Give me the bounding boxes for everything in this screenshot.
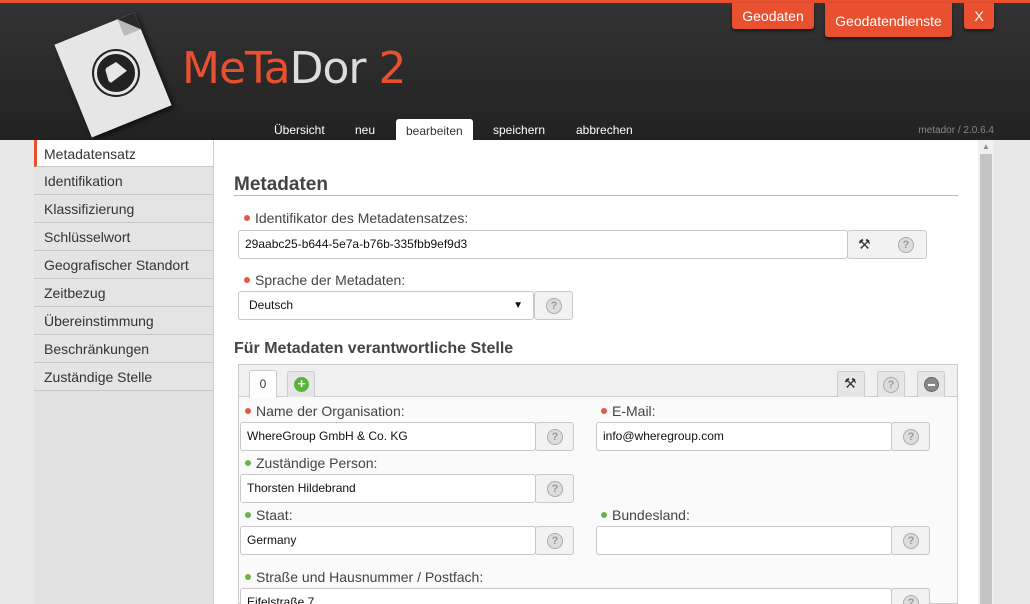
street-label: Straße und Hausnummer / Postfach:	[245, 569, 483, 585]
person-help: ?	[535, 474, 574, 503]
geodaten-button[interactable]: Geodaten	[732, 3, 814, 29]
sidebar-item-identifikation[interactable]: Identifikation	[34, 167, 213, 195]
country-label: Staat:	[245, 507, 293, 523]
sidebar-item-metadatensatz[interactable]: Metadatensatz	[34, 140, 213, 167]
sidebar-item-zustaendige-stelle[interactable]: Zuständige Stelle	[34, 363, 213, 391]
add-tab-button[interactable]: +	[287, 371, 315, 397]
person-label: Zuständige Person:	[245, 455, 377, 471]
identifier-label: Identifikator des Metadatensatzes:	[244, 210, 468, 226]
chevron-down-icon: ▼	[513, 300, 523, 311]
optional-dot-icon	[245, 574, 251, 580]
scrollbar[interactable]: ▲	[978, 140, 994, 604]
required-dot-icon	[244, 277, 250, 283]
email-label: E-Mail:	[601, 403, 656, 419]
help-icon[interactable]: ?	[547, 429, 563, 445]
country-input[interactable]: Germany	[240, 526, 536, 555]
required-dot-icon	[601, 408, 607, 414]
magic-wand-icon: ⚒	[844, 375, 857, 391]
help-icon[interactable]: ?	[546, 298, 562, 314]
street-help: ?	[891, 588, 930, 604]
required-dot-icon	[245, 408, 251, 414]
magic-wand-button[interactable]: ⚒	[837, 371, 865, 397]
org-input[interactable]: WhereGroup GmbH & Co. KG	[240, 422, 536, 451]
magic-wand-icon[interactable]: ⚒	[858, 236, 871, 253]
street-input[interactable]: Eifelstraße 7	[240, 588, 892, 604]
org-help: ?	[535, 422, 574, 451]
state-label: Bundesland:	[601, 507, 690, 523]
help-icon: ?	[883, 377, 899, 393]
state-help: ?	[891, 526, 930, 555]
required-dot-icon	[244, 215, 250, 221]
close-button[interactable]: X	[964, 3, 994, 29]
help-icon[interactable]: ?	[903, 595, 919, 604]
globe-icon	[94, 51, 138, 95]
sidebar-item-uebereinstimmung[interactable]: Übereinstimmung	[34, 307, 213, 335]
optional-dot-icon	[601, 512, 607, 518]
minus-icon	[924, 377, 939, 392]
plus-icon: +	[294, 377, 309, 392]
sidebar-item-geografischer-standort[interactable]: Geografischer Standort	[34, 251, 213, 279]
help-icon[interactable]: ?	[903, 429, 919, 445]
org-label: Name der Organisation:	[245, 403, 405, 419]
scrollbar-thumb[interactable]	[980, 154, 992, 604]
help-icon[interactable]: ?	[898, 237, 914, 253]
sidebar-item-beschraenkungen[interactable]: Beschränkungen	[34, 335, 213, 363]
sidebar-item-klassifizierung[interactable]: Klassifizierung	[34, 195, 213, 223]
language-label: Sprache der Metadaten:	[244, 272, 405, 288]
version-label: metador / 2.0.6.4	[918, 125, 994, 136]
identifier-input[interactable]: 29aabc25-b644-5e7a-b76b-335fbb9ef9d3	[238, 230, 848, 259]
page-title: Metadaten	[234, 174, 328, 195]
identifier-actions: ⚒ ?	[847, 230, 927, 259]
sidebar-item-schluesselwort[interactable]: Schlüsselwort	[34, 223, 213, 251]
remove-tab-button[interactable]	[917, 371, 945, 397]
tab-0[interactable]: 0	[249, 370, 277, 398]
help-icon[interactable]: ?	[903, 533, 919, 549]
tab-strip: 0 + ⚒ ?	[239, 365, 957, 398]
geodatendienste-button[interactable]: Geodatendienste	[825, 3, 952, 37]
section-heading: Für Metadaten verantwortliche Stelle	[234, 340, 514, 357]
scroll-up-icon[interactable]: ▲	[982, 142, 990, 151]
help-icon[interactable]: ?	[547, 533, 563, 549]
optional-dot-icon	[245, 460, 251, 466]
app-header: MeTaDor 2 Geodaten Geodatendienste X Übe…	[0, 0, 1030, 143]
responsible-party-panel: 0 + ⚒ ? Name der Organisation: WhereGrou…	[238, 364, 958, 604]
optional-dot-icon	[245, 512, 251, 518]
main-content: Metadaten Identifikator des Metadatensat…	[214, 140, 978, 604]
app-title: MeTaDor 2	[182, 43, 406, 94]
help-button[interactable]: ?	[877, 371, 905, 397]
state-input[interactable]	[596, 526, 892, 555]
sidebar: Metadatensatz Identifikation Klassifizie…	[34, 140, 214, 604]
country-help: ?	[535, 526, 574, 555]
email-input[interactable]: info@wheregroup.com	[596, 422, 892, 451]
person-input[interactable]: Thorsten Hildebrand	[240, 474, 536, 503]
language-help: ?	[534, 291, 573, 320]
sidebar-item-zeitbezug[interactable]: Zeitbezug	[34, 279, 213, 307]
title-divider	[234, 195, 958, 196]
email-help: ?	[891, 422, 930, 451]
help-icon[interactable]: ?	[547, 481, 563, 497]
language-select[interactable]: Deutsch ▼	[238, 291, 534, 320]
